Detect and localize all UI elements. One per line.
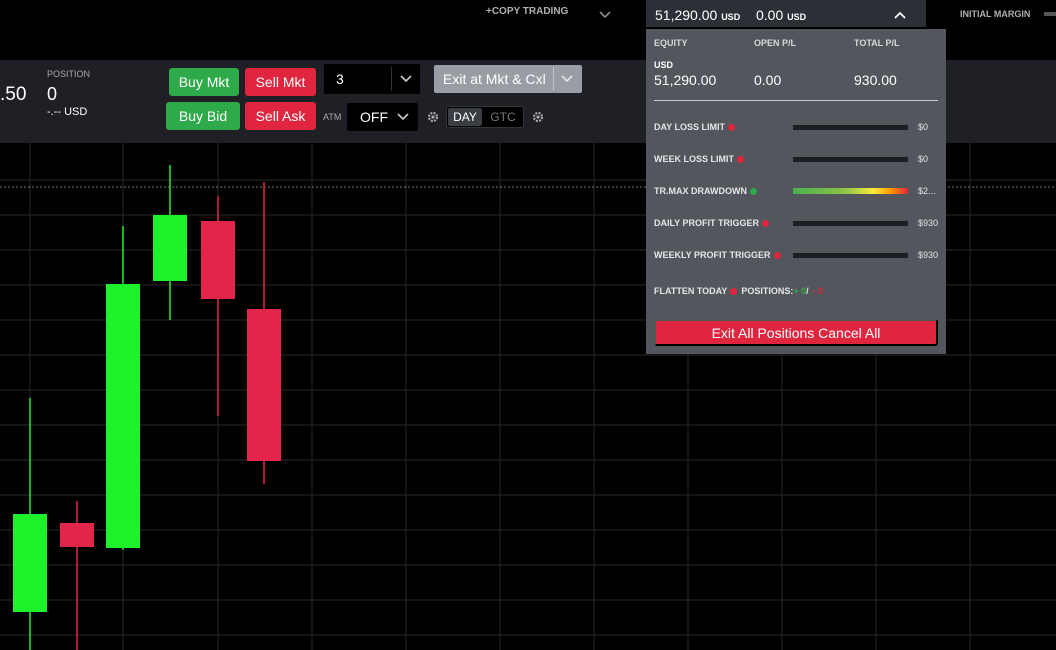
account-equity-unit: USD [721,12,741,22]
tif-day-option[interactable]: DAY [448,108,482,126]
positions-long-count: + 0 [793,286,807,296]
weekly-profit-trigger-value: $930 [918,250,939,260]
account-open-pl: 0.00 USD [756,7,806,23]
exit-all-positions-button[interactable]: Exit All Positions Cancel All [654,319,938,346]
weekly-profit-trigger-label: WEEKLY PROFIT TRIGGER [654,250,781,260]
panel-divider [654,100,938,101]
daily-profit-trigger-bar [793,221,908,226]
status-dot-red [737,155,744,163]
atm-label: ATM [323,112,342,122]
status-dot-green [750,187,757,195]
status-dot-red [728,123,736,131]
buy-bid-button[interactable]: Buy Bid [166,102,240,130]
candle-body [13,514,47,612]
sell-ask-button[interactable]: Sell Ask [245,102,316,130]
position-value: 0 [47,84,58,104]
quantity-value: 3 [336,71,344,87]
week-loss-limit-label: WEEK LOSS LIMIT [654,154,744,164]
day-loss-limit-label: DAY LOSS LIMIT [654,122,736,132]
max-drawdown-value: $2... [918,186,936,196]
status-dot-red [762,219,770,227]
candle-body [247,309,281,461]
open-pl-header: OPEN P/L [754,38,797,48]
day-loss-limit-value: $0 [918,122,929,132]
position-label: POSITION [47,69,91,79]
tif-gtc-option[interactable]: GTC [485,108,521,126]
day-loss-limit-bar [793,125,908,130]
candle-body [60,523,94,547]
chevron-down-icon[interactable] [396,110,410,124]
candle-body [106,284,140,548]
account-open-pl-value: 0.00 [756,7,784,23]
weekly-profit-trigger-bar [793,253,908,258]
chevron-up-icon[interactable] [892,8,908,22]
equity-value: 51,290.00 [654,72,717,88]
flatten-today-label: FLATTEN TODAY [654,286,728,296]
max-drawdown-label: TR.MAX DRAWDOWN [654,186,757,196]
open-pl-value: 0.00 [754,72,782,88]
position-usd: -.-- USD [47,106,88,118]
chevron-down-icon[interactable] [398,72,414,86]
exit-at-market-label: Exit at Mkt & Cxl [443,71,546,87]
status-dot-red [773,251,781,259]
daily-profit-trigger-label: DAILY PROFIT TRIGGER [654,218,770,228]
candle-body [153,215,187,281]
flatten-today-row: FLATTEN TODAY POSITIONS: + 0 / - 0 [654,286,823,296]
total-pl-value: 930.00 [854,72,897,88]
exit-button-divider [553,67,554,91]
status-dot-red [730,287,738,295]
quantity-divider [391,67,392,91]
chevron-down-icon[interactable] [559,72,575,86]
equity-header: EQUITY [654,38,688,48]
week-loss-limit-value: $0 [918,154,929,164]
copy-trading-link[interactable]: +COPY TRADING [486,6,568,17]
sell-market-button[interactable]: Sell Mkt [245,68,316,96]
account-equity-value: 51,290.00 [655,7,718,23]
daily-profit-trigger-value: $930 [918,218,939,228]
atm-value: OFF [360,109,388,125]
candle-body [201,221,235,299]
chevron-down-icon[interactable] [598,8,612,22]
currency-label: USD [654,60,674,70]
price-fragment: .50 [0,84,27,105]
initial-margin-label: INITIAL MARGIN [960,9,1031,19]
positions-label: POSITIONS: [741,286,794,296]
positions-short-count: - 0 [812,286,824,296]
gear-icon[interactable] [531,110,545,124]
week-loss-limit-bar [793,157,908,162]
initial-margin-bar [1044,12,1056,16]
gear-icon[interactable] [426,110,440,124]
positions-separator: / [806,286,809,296]
buy-market-button[interactable]: Buy Mkt [169,68,239,96]
account-equity: 51,290.00 USD [655,7,740,23]
candles [13,165,281,650]
account-open-pl-unit: USD [787,12,807,22]
total-pl-header: TOTAL P/L [854,38,900,48]
max-drawdown-bar [793,188,908,194]
